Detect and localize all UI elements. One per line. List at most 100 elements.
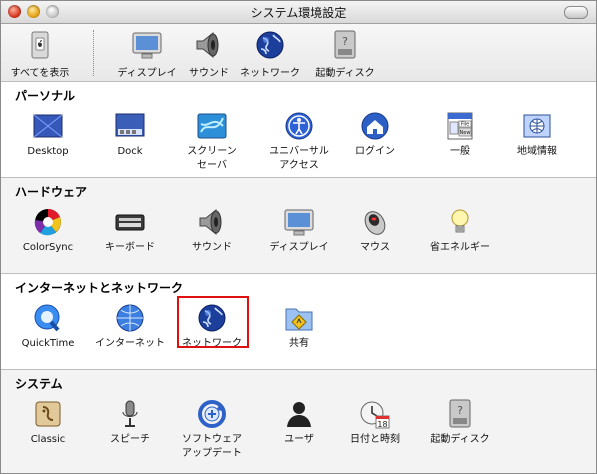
section-title: ハードウェア <box>15 185 88 199</box>
pref-pane-label: 一般 <box>450 146 470 157</box>
globe-icon <box>253 29 287 61</box>
display-icon <box>282 206 316 238</box>
pref-pane-keyboard[interactable]: キーボード <box>87 206 173 255</box>
pref-pane-colorsync[interactable]: ColorSync <box>5 206 91 255</box>
pref-pane-label: スクリーン セーバ <box>187 146 237 171</box>
toolbar-separator <box>93 30 94 76</box>
pref-pane-label: スピーチ <box>110 434 150 445</box>
pref-pane-label: 省エネルギー <box>430 242 490 253</box>
pref-pane-sharing-folder[interactable]: 共有 <box>256 302 342 351</box>
pref-pane-dock[interactable]: Dock <box>87 110 173 159</box>
pref-pane-label: 地域情報 <box>517 146 557 157</box>
quicktime-icon <box>31 302 65 334</box>
pref-pane-desktop[interactable]: Desktop <box>5 110 91 159</box>
toolbar-item-label: サウンド <box>189 68 229 79</box>
pref-pane-internet[interactable]: インターネット <box>87 302 173 351</box>
svg-text:?: ? <box>342 35 348 48</box>
toolbar-item-label: 起動ディスク <box>315 68 375 79</box>
software-update-icon <box>195 398 229 430</box>
title-bar: システム環境設定 <box>1 1 596 24</box>
desktop-icon <box>31 110 65 142</box>
pref-pane-label: サウンド <box>192 242 232 253</box>
pref-pane-user-silhouette[interactable]: ユーザ <box>256 398 342 447</box>
toolbar-item-label: ディスプレイ <box>117 68 177 79</box>
pref-pane-universal-access[interactable]: ユニバーサル アクセス <box>256 110 342 173</box>
toolbar: すべてを表示 ディスプレイ サウンド ネットワーク? 起動ディスク <box>1 24 596 82</box>
general-icon: File New <box>443 110 477 142</box>
pref-pane-label: Dock <box>117 146 143 157</box>
universal-access-icon <box>282 110 316 142</box>
pref-pane-label: ユニバーサル アクセス <box>269 146 329 171</box>
pref-pane-software-update[interactable]: ソフトウェア アップデート <box>169 398 255 461</box>
pref-pane-label: 共有 <box>289 338 309 349</box>
login-house-icon <box>358 110 392 142</box>
pref-pane-label: ディスプレイ <box>269 242 329 253</box>
pref-pane-microphone[interactable]: スピーチ <box>87 398 173 447</box>
pref-pane-speaker[interactable]: サウンド <box>169 206 255 255</box>
section-1: ハードウェア ColorSync キーボード サウンド ディスプレイ マウス 省エネルギー <box>1 177 596 274</box>
section-title: パーソナル <box>15 89 76 103</box>
pref-pane-label: キーボード <box>105 242 155 253</box>
section-3: システム Classic スピーチ ソフトウェア アップデート ユーザ 18 日付と時刻? 起… <box>1 369 596 473</box>
pref-pane-globe[interactable]: ネットワーク <box>169 296 255 351</box>
internet-icon <box>113 302 147 334</box>
microphone-icon <box>113 398 147 430</box>
section-title: システム <box>15 377 63 391</box>
pref-pane-label: ソフトウェア アップデート <box>182 434 242 459</box>
section-0: パーソナル Desktop Dock スクリーン セーバ ユニバーサル アクセス ログイン… <box>1 81 596 178</box>
lightbulb-icon <box>443 206 477 238</box>
pref-pane-hard-disk[interactable]: ? 起動ディスク <box>417 398 503 447</box>
apple-light-switch-icon <box>23 29 57 61</box>
pref-pane-label: ColorSync <box>22 242 74 253</box>
pref-pane-label: 日付と時刻 <box>350 434 400 445</box>
pref-pane-quicktime[interactable]: QuickTime <box>5 302 91 351</box>
pref-pane-label: ユーザ <box>284 434 314 445</box>
toolbar-toggle-button[interactable] <box>564 6 588 19</box>
classic-icon <box>31 398 65 430</box>
pref-pane-label: 起動ディスク <box>430 434 490 445</box>
pref-pane-label: インターネット <box>95 338 165 349</box>
keyboard-icon <box>113 206 147 238</box>
pref-pane-screensaver[interactable]: スクリーン セーバ <box>169 110 255 173</box>
display-icon <box>130 29 164 61</box>
hard-disk-icon: ? <box>443 398 477 430</box>
screensaver-icon <box>195 110 229 142</box>
globe-icon <box>195 302 229 334</box>
pref-pane-lightbulb[interactable]: 省エネルギー <box>417 206 503 255</box>
pref-pane-label: Desktop <box>27 146 69 157</box>
system-preferences-window: システム環境設定 すべてを表示 ディスプレイ サウンド ネットワーク? 起動ディスク パ… <box>0 0 597 474</box>
pref-pane-general[interactable]: File New 一般 <box>417 110 503 159</box>
pref-pane-label: マウス <box>360 242 390 253</box>
general-icon-file-text: File <box>461 122 469 128</box>
pref-pane-classic[interactable]: Classic <box>5 398 91 447</box>
section-2: インターネットとネットワーク QuickTime インターネット ネットワーク共有 <box>1 273 596 370</box>
toolbar-item-globe[interactable]: ネットワーク <box>230 29 310 79</box>
pref-pane-login-house[interactable]: ログイン <box>332 110 418 159</box>
user-silhouette-icon <box>282 398 316 430</box>
svg-text:?: ? <box>457 404 463 417</box>
pref-pane-label: ログイン <box>355 146 395 157</box>
pref-pane-label: QuickTime <box>21 338 75 349</box>
pref-pane-mouse[interactable]: マウス <box>332 206 418 255</box>
international-flag-icon <box>520 110 554 142</box>
window-title: システム環境設定 <box>250 6 347 20</box>
colorsync-icon <box>31 206 65 238</box>
general-icon-new-text: New <box>460 130 471 136</box>
pref-pane-display[interactable]: ディスプレイ <box>256 206 342 255</box>
toolbar-item-label: ネットワーク <box>240 68 300 79</box>
speaker-icon <box>195 206 229 238</box>
sharing-folder-icon <box>282 302 316 334</box>
toolbar-item-apple-light-switch[interactable]: すべてを表示 <box>1 29 80 79</box>
toolbar-item-label: すべてを表示 <box>10 68 70 79</box>
pref-pane-clock-calendar[interactable]: 18 日付と時刻 <box>332 398 418 447</box>
pref-pane-international-flag[interactable]: 地域情報 <box>494 110 580 159</box>
mouse-icon <box>358 206 392 238</box>
section-title: インターネットとネットワーク <box>15 281 184 295</box>
speaker-icon <box>192 29 226 61</box>
hard-disk-icon: ? <box>328 29 362 61</box>
clock-calendar-icon: 18 <box>358 398 392 430</box>
dock-icon <box>113 110 147 142</box>
calendar-day-text: 18 <box>377 420 387 429</box>
pref-pane-label: Classic <box>30 434 66 445</box>
toolbar-item-hard-disk[interactable]: ? 起動ディスク <box>305 29 385 79</box>
